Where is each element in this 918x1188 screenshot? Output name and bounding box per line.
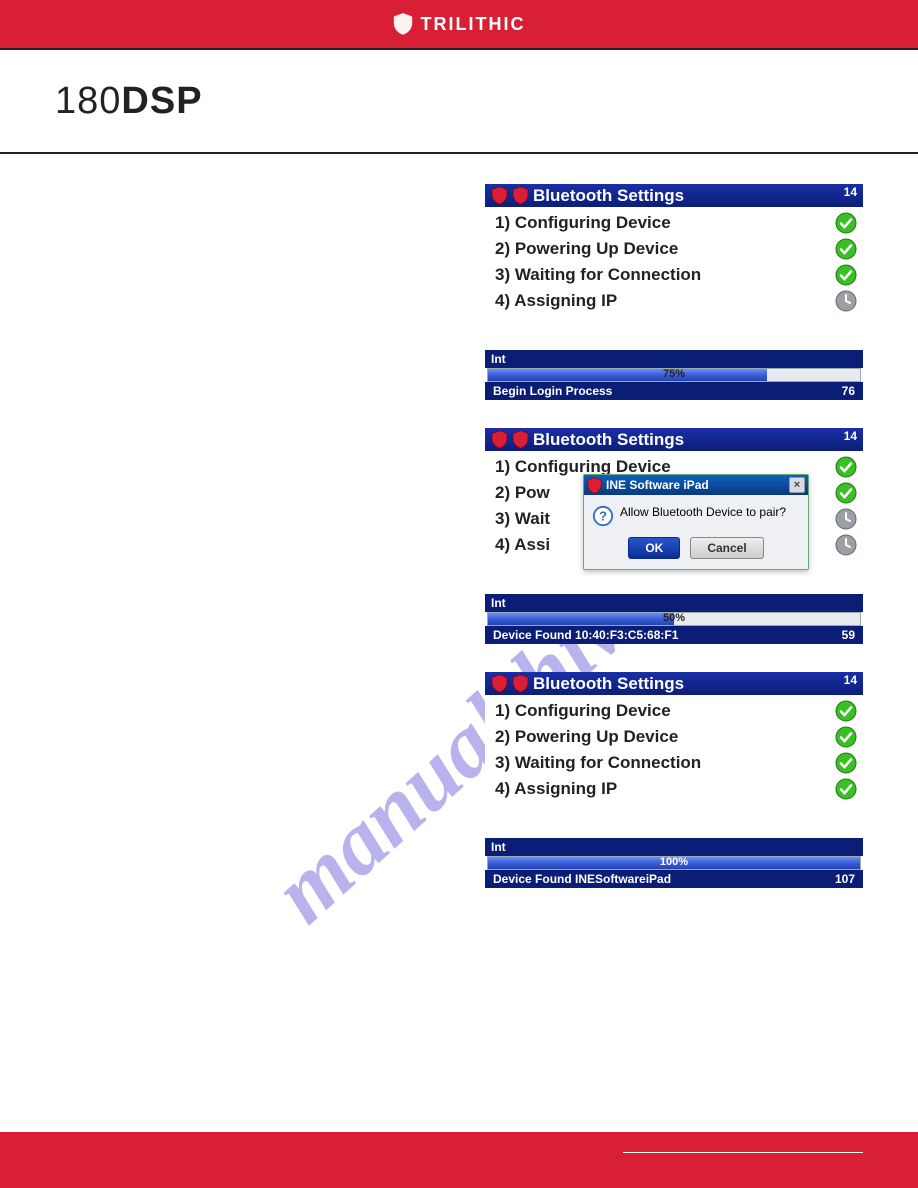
progress-label: 100% xyxy=(488,856,860,868)
check-icon xyxy=(835,456,857,478)
status-count: 76 xyxy=(842,384,855,398)
header-badge: 14 xyxy=(844,185,857,199)
progress-area: Int 50% Device Found 10:40:F3:C5:68:F1 5… xyxy=(485,594,863,644)
footer-rule xyxy=(623,1152,863,1153)
close-icon[interactable]: × xyxy=(789,477,805,493)
info-bar: Int xyxy=(485,594,863,612)
status-bar: Device Found INESoftwareiPad 107 xyxy=(485,870,863,888)
clock-icon xyxy=(835,290,857,312)
top-brand-bar: TRILITHIC xyxy=(0,0,918,48)
product-right: DSP xyxy=(121,80,202,122)
window-title: Bluetooth Settings xyxy=(533,186,684,206)
cancel-button[interactable]: Cancel xyxy=(690,537,763,559)
window-title: Bluetooth Settings xyxy=(533,674,684,694)
status-bar: Begin Login Process 76 xyxy=(485,382,863,400)
check-icon xyxy=(835,482,857,504)
step-label: 3) Waiting for Connection xyxy=(495,265,701,285)
window-titlebar: Bluetooth Settings 14 xyxy=(485,184,863,207)
step-row: 4) Assigning IP xyxy=(495,776,857,802)
step-row: 2) Powering Up Device xyxy=(495,236,857,262)
step-row: 2) Powering Up Device xyxy=(495,724,857,750)
shield-icon xyxy=(491,674,508,693)
pair-dialog: INE Software iPad × ? Allow Bluetooth De… xyxy=(583,474,809,570)
check-icon xyxy=(835,700,857,722)
bluetooth-screen: Bluetooth Settings 14 1) Configuring Dev… xyxy=(485,428,863,644)
progress-bar: 100% xyxy=(487,856,861,870)
status-text: Begin Login Process xyxy=(493,384,612,398)
header-badge: 14 xyxy=(844,429,857,443)
dialog-buttons: OK Cancel xyxy=(584,533,808,569)
question-icon: ? xyxy=(592,505,614,527)
status-text: Device Found INESoftwareiPad xyxy=(493,872,671,886)
svg-text:?: ? xyxy=(599,509,607,524)
check-icon xyxy=(835,778,857,800)
bluetooth-screen: Bluetooth Settings 14 1) Configuring Dev… xyxy=(485,184,863,400)
info-bar: Int xyxy=(485,350,863,368)
brand: TRILITHIC xyxy=(393,12,526,36)
step-label: 4) Assi xyxy=(495,535,550,555)
dialog-body: ? Allow Bluetooth Device to pair? xyxy=(584,495,808,533)
clock-icon xyxy=(835,534,857,556)
shield-icon xyxy=(512,674,529,693)
screens-column: Bluetooth Settings 14 1) Configuring Dev… xyxy=(55,184,863,888)
dialog-message: Allow Bluetooth Device to pair? xyxy=(620,505,786,519)
main-content: manualshive.com Bluetooth Settings 14 1)… xyxy=(0,154,918,1132)
step-label: 3) Wait xyxy=(495,509,550,529)
step-label: 2) Powering Up Device xyxy=(495,727,678,747)
status-count: 107 xyxy=(835,872,855,886)
step-label: 2) Powering Up Device xyxy=(495,239,678,259)
step-label: 1) Configuring Device xyxy=(495,213,671,233)
shield-icon xyxy=(512,430,529,449)
progress-bar: 75% xyxy=(487,368,861,382)
check-icon xyxy=(835,726,857,748)
dialog-title: INE Software iPad xyxy=(606,478,709,492)
check-icon xyxy=(835,238,857,260)
step-label: 4) Assigning IP xyxy=(495,779,617,799)
product-left: 180 xyxy=(55,80,121,122)
window-titlebar: Bluetooth Settings 14 xyxy=(485,672,863,695)
step-row: 3) Waiting for Connection xyxy=(495,262,857,288)
shield-icon xyxy=(393,12,413,36)
shield-icon xyxy=(491,186,508,205)
step-label: 3) Waiting for Connection xyxy=(495,753,701,773)
status-text: Device Found 10:40:F3:C5:68:F1 xyxy=(493,628,678,642)
shield-icon xyxy=(491,430,508,449)
progress-area: Int 75% Begin Login Process 76 xyxy=(485,350,863,400)
dialog-titlebar: INE Software iPad × xyxy=(584,475,808,495)
shield-icon xyxy=(587,477,602,494)
info-bar: Int xyxy=(485,838,863,856)
page-footer xyxy=(0,1132,918,1188)
clock-icon xyxy=(835,508,857,530)
ok-button[interactable]: OK xyxy=(628,537,680,559)
progress-label: 75% xyxy=(488,368,860,380)
step-row: 1) Configuring Device xyxy=(495,210,857,236)
status-bar: Device Found 10:40:F3:C5:68:F1 59 xyxy=(485,626,863,644)
step-row: 4) Assigning IP xyxy=(495,288,857,314)
step-row: 1) Configuring Device xyxy=(495,698,857,724)
window-titlebar: Bluetooth Settings 14 xyxy=(485,428,863,451)
product-name: 180DSP xyxy=(55,80,203,123)
step-label: 2) Pow xyxy=(495,483,550,503)
steps-list: 1) Configuring Device 2) Powering Up Dev… xyxy=(485,695,863,804)
bluetooth-screen: Bluetooth Settings 14 1) Configuring Dev… xyxy=(485,672,863,888)
check-icon xyxy=(835,752,857,774)
product-bar: 180DSP xyxy=(0,48,918,154)
step-label: 1) Configuring Device xyxy=(495,701,671,721)
check-icon xyxy=(835,212,857,234)
window-title: Bluetooth Settings xyxy=(533,430,684,450)
steps-list: 1) Configuring Device 2) Powering Up Dev… xyxy=(485,207,863,316)
status-count: 59 xyxy=(842,628,855,642)
progress-area: Int 100% Device Found INESoftwareiPad 10… xyxy=(485,838,863,888)
check-icon xyxy=(835,264,857,286)
brand-text: TRILITHIC xyxy=(421,14,526,35)
progress-bar: 50% xyxy=(487,612,861,626)
step-label: 4) Assigning IP xyxy=(495,291,617,311)
shield-icon xyxy=(512,186,529,205)
progress-label: 50% xyxy=(488,612,860,624)
step-row: 3) Waiting for Connection xyxy=(495,750,857,776)
header-badge: 14 xyxy=(844,673,857,687)
